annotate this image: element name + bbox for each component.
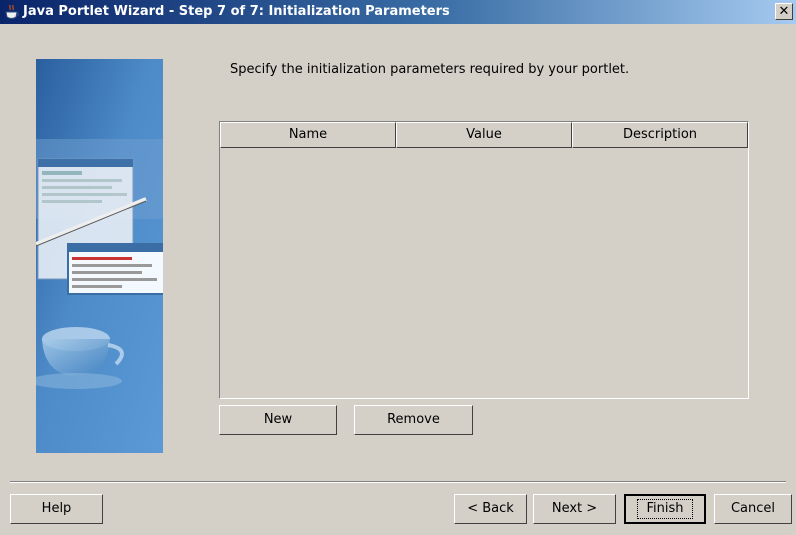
footer-separator xyxy=(10,481,786,483)
remove-button[interactable]: Remove xyxy=(354,405,473,435)
back-button[interactable]: < Back xyxy=(454,494,527,524)
new-button-label: New xyxy=(263,412,293,427)
table-header: Name Value Description xyxy=(220,122,748,148)
coffee-cup-icon xyxy=(4,4,20,20)
instruction-text: Specify the initialization parameters re… xyxy=(230,62,630,77)
back-button-label: < Back xyxy=(467,501,514,516)
close-button[interactable]: ✕ xyxy=(775,3,793,20)
window-title: Java Portlet Wizard - Step 7 of 7: Initi… xyxy=(23,4,450,19)
next-button[interactable]: Next > xyxy=(533,494,616,524)
column-header-description[interactable]: Description xyxy=(572,122,748,148)
column-header-name[interactable]: Name xyxy=(220,122,396,148)
column-header-value[interactable]: Value xyxy=(396,122,572,148)
close-icon: ✕ xyxy=(778,4,790,19)
title-bar: Java Portlet Wizard - Step 7 of 7: Initi… xyxy=(0,0,796,24)
parameters-table[interactable]: Name Value Description xyxy=(219,121,749,399)
finish-button[interactable]: Finish xyxy=(624,494,706,524)
next-button-label: Next > xyxy=(551,501,598,516)
help-button[interactable]: Help xyxy=(10,494,103,524)
help-button-label: Help xyxy=(41,501,72,516)
remove-button-label: Remove xyxy=(387,412,440,427)
cancel-button-label: Cancel xyxy=(730,501,776,516)
finish-button-label: Finish xyxy=(637,499,693,519)
cancel-button[interactable]: Cancel xyxy=(714,494,792,524)
new-button[interactable]: New xyxy=(219,405,337,435)
wizard-banner-graphic xyxy=(30,59,194,453)
